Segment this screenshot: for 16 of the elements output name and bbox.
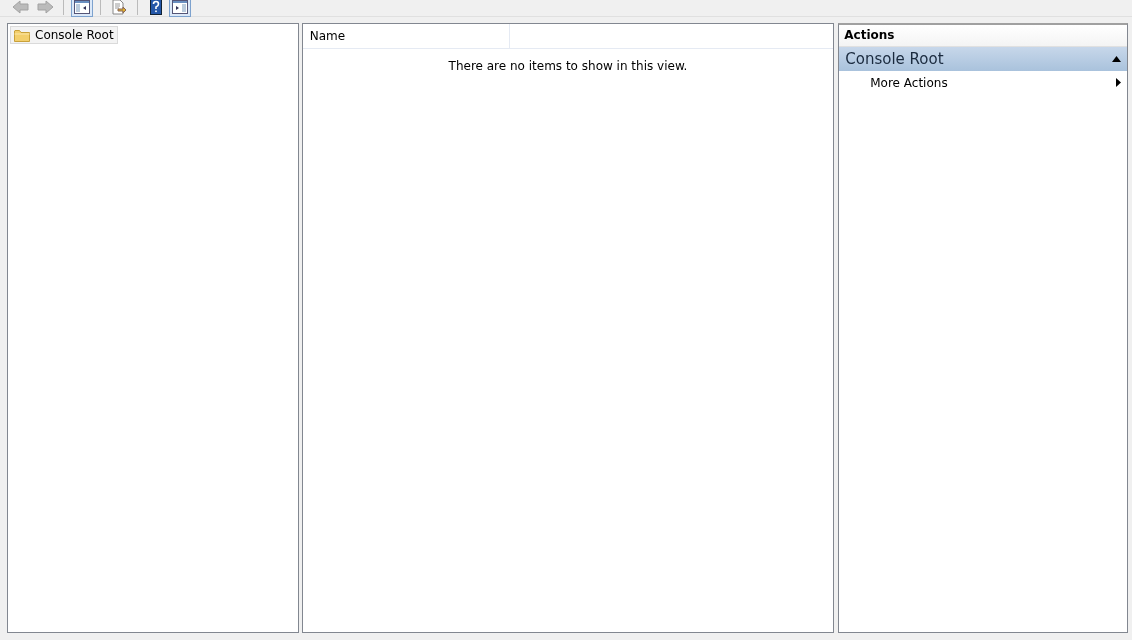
- action-item[interactable]: More Actions: [839, 71, 1127, 94]
- submenu-arrow-icon: [1116, 78, 1121, 87]
- column-header[interactable]: Name: [302, 24, 510, 48]
- collapse-triangle-icon: [1112, 56, 1121, 62]
- pane-icon: [74, 0, 90, 14]
- help-icon: [150, 0, 162, 15]
- empty-message: There are no items to show in this view.: [448, 59, 688, 73]
- tree-pane-button[interactable]: [71, 0, 93, 17]
- actions-section-header[interactable]: Console Root: [839, 47, 1127, 71]
- pane-icon: [172, 0, 188, 14]
- folder-icon: [14, 28, 30, 42]
- action-pane-button[interactable]: [169, 0, 191, 17]
- tree-item[interactable]: Console Root: [10, 26, 118, 44]
- document-arrow-icon: [111, 0, 127, 15]
- forward-arrow-icon: [36, 0, 54, 15]
- back-arrow-icon: [12, 0, 30, 15]
